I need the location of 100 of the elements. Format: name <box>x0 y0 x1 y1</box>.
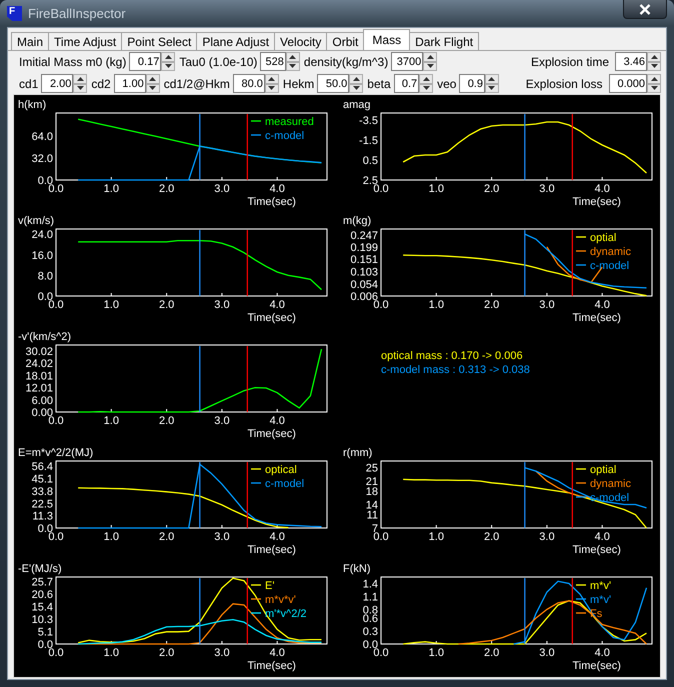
chart-title: -E'(MJ/s) <box>18 563 62 575</box>
tick-label: 0.103 <box>350 266 378 278</box>
legend-item: m*v*v' <box>251 594 296 606</box>
tick-label: 24.02 <box>25 358 53 370</box>
tick-label: 15.4 <box>32 601 53 614</box>
parameter-label: cd1 <box>19 76 38 90</box>
legend-label: c-model <box>265 130 304 142</box>
tick-label: 64.0 <box>32 130 53 143</box>
tick-label: 1.0 <box>104 183 119 195</box>
legend-item: c-model <box>576 492 630 504</box>
tick-label: 1.0 <box>428 531 444 543</box>
axis-title: Time(sec) <box>247 312 296 324</box>
parameter-label: Explosion loss <box>526 76 602 90</box>
parameter-label: Hekm <box>282 76 314 90</box>
legend-label: optial <box>590 464 616 476</box>
tab[interactable]: Velocity <box>274 32 328 50</box>
tab[interactable]: Main <box>11 32 50 50</box>
chart-title: E=m*v^2/2(MJ) <box>18 447 94 459</box>
tick-label: 1.0 <box>428 299 444 311</box>
number-field[interactable]: 0.9 <box>459 74 485 93</box>
tick-label: 4.0 <box>270 299 285 311</box>
tick-label: 2.0 <box>484 531 500 543</box>
tick-label: 10.3 <box>32 614 53 626</box>
axis-title: Time(sec) <box>247 660 296 672</box>
legend-item: c-model <box>576 260 630 272</box>
tick-label: 6.00 <box>32 394 53 407</box>
number-field[interactable]: 80.0 <box>232 74 265 93</box>
tick-label: 0.3 <box>362 626 378 638</box>
tick-label: 0.054 <box>350 278 378 291</box>
tick-label: 4.0 <box>594 299 610 311</box>
number-field[interactable]: 2.00 <box>41 74 74 93</box>
tick-label: 25 <box>366 462 378 475</box>
tick-label: 4.0 <box>270 531 285 543</box>
tick-label: 56.4 <box>32 461 53 474</box>
chart-title: F(kN) <box>343 563 370 575</box>
tick-label: 0.151 <box>350 254 378 266</box>
tab[interactable]: Plane Adjust <box>196 32 276 50</box>
tick-label: 18 <box>366 486 378 498</box>
tick-label: 22.5 <box>32 498 53 510</box>
tick-label: 0.0 <box>48 531 64 543</box>
tick-label: 14 <box>366 500 378 512</box>
number-field[interactable]: 528 <box>260 52 286 71</box>
tick-label: 0.0 <box>48 647 64 659</box>
tick-label: 21 <box>366 476 378 488</box>
tick-label: 0.0 <box>48 183 64 195</box>
legend-label: c-model <box>590 492 630 504</box>
tick-label: 16.0 <box>32 250 53 262</box>
number-field[interactable]: 1.00 <box>114 74 146 93</box>
axis-title: Time(sec) <box>247 428 296 440</box>
number-field[interactable]: 3.46 <box>615 52 647 71</box>
chart-title: amag <box>343 99 371 111</box>
legend-label: m*v' <box>590 580 612 592</box>
tick-label: 1.0 <box>104 647 119 659</box>
tick-label: 0.0 <box>373 647 389 659</box>
tick-label: 3.0 <box>539 531 555 543</box>
tick-label: 2.0 <box>484 647 500 659</box>
legend-label: m*v*v' <box>265 594 296 606</box>
axis-title: Time(sec) <box>572 544 621 556</box>
tick-label: 18.01 <box>25 370 53 382</box>
tick-label: 4.0 <box>594 183 610 195</box>
number-field[interactable]: 0.7 <box>394 74 420 93</box>
number-field[interactable]: 3700 <box>391 52 424 71</box>
tick-label: 12.01 <box>25 382 53 395</box>
tick-label: 2.0 <box>158 299 174 311</box>
legend-label: optical <box>265 464 297 476</box>
number-field[interactable]: 0.17 <box>129 52 162 71</box>
tick-label: 3.0 <box>214 531 230 543</box>
tick-label: 2.0 <box>158 415 174 427</box>
chart-title: -v'(km/s^2) <box>18 331 72 343</box>
tab[interactable]: Mass <box>363 29 410 50</box>
legend-item: E' <box>251 580 274 592</box>
legend-label: dynamic <box>590 478 632 490</box>
tick-label: 3.0 <box>214 299 230 311</box>
number-field[interactable]: 0.000 <box>608 74 647 93</box>
tab[interactable]: Time Adjust <box>48 32 122 50</box>
legend-label: m'*v^2/2 <box>265 608 306 620</box>
tick-label: 0.0 <box>373 183 389 195</box>
tick-label: 32.0 <box>32 152 53 165</box>
tick-label: 3.0 <box>214 183 230 195</box>
tab[interactable]: Dark Flight <box>409 32 480 50</box>
mass-summary-text: c-model mass : 0.313 -> 0.038 <box>381 364 530 376</box>
tick-label: 0.0 <box>48 415 64 427</box>
number-field[interactable]: 50.0 <box>317 74 350 93</box>
window-title: FireBallInspector <box>28 6 126 21</box>
tick-label: 1.0 <box>104 531 119 543</box>
parameter-label: cd1/2@Hkm <box>164 76 230 90</box>
tick-label: 4.0 <box>270 183 285 195</box>
parameter-label: Imitial Mass m0 (kg) <box>19 54 126 68</box>
tick-label: 1.0 <box>428 647 444 659</box>
legend-item: dynamic <box>576 478 631 490</box>
axis-title: Time(sec) <box>572 660 621 672</box>
legend-label: m*v' <box>590 594 612 606</box>
tick-label: 8.0 <box>38 270 53 282</box>
tick-label: 24.0 <box>32 229 53 242</box>
legend-item: measured <box>251 116 314 128</box>
tick-label: 0.0 <box>373 299 389 311</box>
tick-label: 0.5 <box>362 155 378 167</box>
legend-item: dynamic <box>576 246 631 258</box>
tick-label: 2.0 <box>484 183 500 195</box>
legend-item: m*v' <box>576 594 612 606</box>
